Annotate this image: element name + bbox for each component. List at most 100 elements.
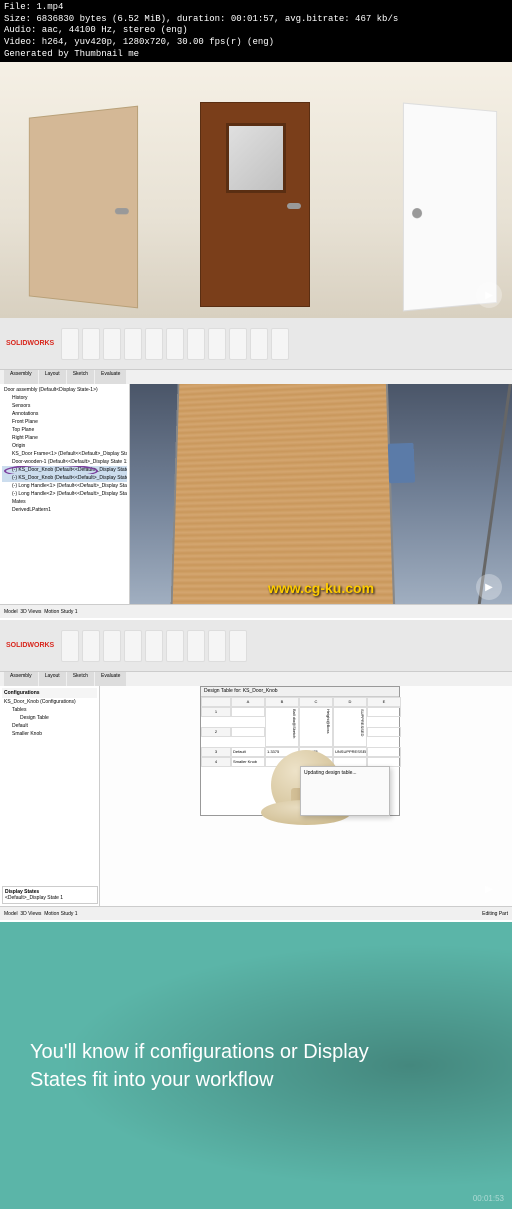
tree-item[interactable]: (-) Long Handle<2> (Default<<Default>_Di… (2, 490, 127, 498)
viewport-3d[interactable]: Design Table for: KS_Door_Knob A B C D E… (100, 686, 512, 906)
door-tan (29, 106, 138, 309)
ribbon-button[interactable] (145, 328, 163, 360)
door-handle-icon (287, 203, 301, 209)
cell[interactable]: SUPPRESSED (333, 707, 367, 747)
play-button[interactable]: ▶ (476, 282, 502, 308)
tree-item[interactable]: Top Plane (2, 426, 127, 434)
cell[interactable]: 2 (201, 727, 231, 737)
ribbon-button[interactable] (250, 328, 268, 360)
tree-root[interactable]: Door assembly (Default<Display State-1>) (2, 386, 127, 394)
ribbon-toolbar: SOLIDWORKS (0, 318, 512, 370)
config-item[interactable]: Tables (2, 706, 97, 714)
cell[interactable]: Ball dia@Sketch (265, 707, 299, 747)
meta-size: Size: 6836830 bytes (6.52 MiB), duration… (4, 14, 508, 26)
cell[interactable] (201, 697, 231, 707)
config-root[interactable]: KS_Door_Knob (Configurations) (2, 698, 97, 706)
tab-sketch[interactable]: Sketch (67, 672, 94, 686)
config-item[interactable]: Default (2, 722, 97, 730)
tree-item[interactable]: Origin (2, 442, 127, 450)
ribbon-tabs: Assembly Layout Sketch Evaluate (0, 370, 512, 384)
tab-assembly[interactable]: Assembly (4, 370, 38, 384)
feature-tree[interactable]: Door assembly (Default<Display State-1>)… (0, 384, 130, 604)
tab-motion[interactable]: Motion Study 1 (44, 911, 77, 917)
tab-assembly[interactable]: Assembly (4, 672, 38, 686)
tab-model[interactable]: Model (4, 609, 18, 615)
ribbon-tabs: Assembly Layout Sketch Evaluate (0, 672, 512, 686)
ribbon-button[interactable] (103, 328, 121, 360)
status-text: Editing Part (482, 911, 508, 917)
ribbon-button[interactable] (166, 328, 184, 360)
ribbon-button[interactable] (124, 630, 142, 662)
cell[interactable]: 1 (201, 707, 231, 717)
cell[interactable]: B (265, 697, 299, 707)
viewport-3d[interactable]: www.cg-ku.com (130, 384, 512, 604)
tab-motion[interactable]: Motion Study 1 (44, 609, 77, 615)
ribbon-button[interactable] (82, 630, 100, 662)
tab-layout[interactable]: Layout (39, 370, 66, 384)
tree-item[interactable]: (-) Long Handle<1> (Default<<Default>_Di… (2, 482, 127, 490)
cell[interactable] (367, 707, 401, 717)
render-panel: ▶ (0, 62, 512, 318)
dialog-message: Updating design table... (304, 770, 386, 776)
cell[interactable]: 4 (201, 757, 231, 767)
ribbon-button[interactable] (229, 328, 247, 360)
cell[interactable] (231, 707, 265, 717)
ribbon-button[interactable] (208, 630, 226, 662)
file-metadata: File: 1.mp4 Size: 6836830 bytes (6.52 Mi… (0, 0, 512, 62)
cell[interactable]: E (367, 697, 401, 707)
cell[interactable] (231, 727, 265, 737)
cell[interactable] (367, 727, 401, 737)
tree-item[interactable]: Right Plane (2, 434, 127, 442)
solidworks-logo: SOLIDWORKS (2, 340, 58, 347)
ribbon-button[interactable] (271, 328, 289, 360)
tab-sketch[interactable]: Sketch (67, 370, 94, 384)
config-item[interactable]: Design Table (2, 714, 97, 722)
cell[interactable] (367, 747, 401, 757)
tree-item-highlighted[interactable]: (-) KS_Door_Knob (Default<<Default>_Disp… (2, 474, 127, 482)
door-frame (467, 384, 512, 604)
tree-item[interactable]: DerivedLPattern1 (2, 506, 127, 514)
tab-3dviews[interactable]: 3D Views (20, 609, 41, 615)
tab-model[interactable]: Model (4, 911, 18, 917)
ribbon-button[interactable] (145, 630, 163, 662)
config-manager[interactable]: Configurations KS_Door_Knob (Configurati… (0, 686, 100, 906)
cell[interactable]: Height@Boss (299, 707, 333, 747)
tab-3dviews[interactable]: 3D Views (20, 911, 41, 917)
display-state-item[interactable]: <Default>_Display State 1 (5, 895, 95, 901)
ribbon-button[interactable] (103, 630, 121, 662)
meta-generator: Generated by Thumbnail me (4, 49, 508, 61)
tree-item[interactable]: Front Plane (2, 418, 127, 426)
ribbon-button[interactable] (61, 328, 79, 360)
cell[interactable]: Default (231, 747, 265, 757)
cell[interactable]: A (231, 697, 265, 707)
tab-layout[interactable]: Layout (39, 672, 66, 686)
play-icon: ▶ (485, 290, 493, 301)
tree-item[interactable]: History (2, 394, 127, 402)
ribbon-toolbar: SOLIDWORKS (0, 620, 512, 672)
ribbon-button[interactable] (124, 328, 142, 360)
table-title: Design Table for: KS_Door_Knob (201, 687, 399, 697)
tree-item[interactable]: Door-wooden-1 (Default<<Default>_Display… (2, 458, 127, 466)
play-icon: ▶ (485, 884, 493, 895)
tree-item[interactable]: Mates (2, 498, 127, 506)
ribbon-button[interactable] (187, 630, 205, 662)
ribbon-button[interactable] (187, 328, 205, 360)
tab-evaluate[interactable]: Evaluate (95, 370, 126, 384)
cell[interactable]: D (333, 697, 367, 707)
cell[interactable]: C (299, 697, 333, 707)
ribbon-button[interactable] (229, 630, 247, 662)
tree-item[interactable]: Annotations (2, 410, 127, 418)
tree-item[interactable]: KS_Door Frame<1> (Default<<Default>_Disp… (2, 450, 127, 458)
config-item[interactable]: Smaller Knob (2, 730, 97, 738)
ribbon-button[interactable] (166, 630, 184, 662)
ribbon-button[interactable] (208, 328, 226, 360)
tab-evaluate[interactable]: Evaluate (95, 672, 126, 686)
display-states-panel[interactable]: Display States <Default>_Display State 1 (2, 886, 98, 904)
outro-slide: You'll know if configurations or Display… (0, 922, 512, 1209)
ribbon-button[interactable] (61, 630, 79, 662)
cell[interactable]: 3 (201, 747, 231, 757)
cell[interactable]: Smaller Knob (231, 757, 265, 767)
tree-item[interactable]: Sensors (2, 402, 127, 410)
ribbon-button[interactable] (82, 328, 100, 360)
tree-item-highlighted[interactable]: (-) KS_Door_Knob (Default<<Default>_Disp… (2, 466, 127, 474)
